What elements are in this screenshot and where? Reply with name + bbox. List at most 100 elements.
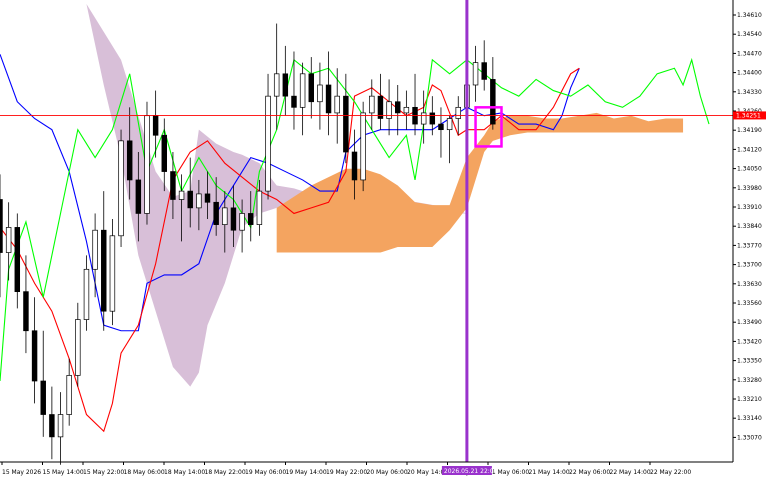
candle <box>265 73 271 200</box>
candle-body <box>273 73 280 97</box>
y-tick-label: 1.34120 <box>737 146 762 153</box>
candle-body <box>299 73 306 108</box>
y-tick-label: 1.33840 <box>737 223 762 230</box>
candle-body <box>23 291 29 332</box>
candle <box>299 62 306 136</box>
candle-body <box>213 201 219 225</box>
time-axis: 15 May 2026 15 May 14:00 15 May 22:00 18 Ma… <box>1 462 691 476</box>
candle-body <box>161 134 168 172</box>
y-tick-label: 1.33910 <box>737 204 762 211</box>
candle <box>386 79 392 136</box>
candle-body <box>230 207 237 231</box>
candle <box>273 23 280 130</box>
candle-body <box>369 95 375 114</box>
candle <box>334 68 340 144</box>
candle-body <box>196 193 202 209</box>
candle <box>40 330 46 437</box>
y-tick-label: 1.33980 <box>737 185 762 192</box>
candle-body <box>265 95 271 192</box>
candle-body <box>472 62 479 86</box>
candle-body <box>101 229 107 312</box>
x-tick-label: 22 May 14:00 <box>610 469 651 476</box>
candle-body <box>420 112 427 125</box>
candle-body <box>351 151 358 181</box>
candle <box>92 213 98 298</box>
candle-body <box>49 414 55 438</box>
candle <box>109 219 116 326</box>
y-tick-label: 1.33350 <box>737 358 762 365</box>
candle-body <box>31 330 38 382</box>
candle <box>0 174 3 298</box>
candle <box>472 45 479 102</box>
candle <box>5 202 12 281</box>
candle <box>282 45 289 116</box>
y-tick-label: 1.33770 <box>737 242 762 249</box>
candle-body <box>222 207 228 225</box>
candle <box>83 255 90 331</box>
candle-body <box>187 190 193 209</box>
y-tick-label: 1.33630 <box>737 281 762 288</box>
candle-body <box>92 229 98 270</box>
candle-body <box>0 199 3 253</box>
candle <box>57 392 64 465</box>
candle <box>161 118 168 192</box>
candle <box>14 213 21 309</box>
candle <box>490 57 496 130</box>
x-tick-label: 22 May 06:00 <box>569 469 610 476</box>
candle <box>31 297 38 404</box>
x-tick-label: 19 May 14:00 <box>286 469 327 476</box>
candle-body <box>403 106 410 114</box>
candle-body <box>170 171 176 200</box>
candle <box>75 302 81 387</box>
candle-body <box>118 140 124 237</box>
candle-body <box>395 101 401 114</box>
candle-body <box>144 115 150 214</box>
candle <box>403 90 410 130</box>
kumo-bullish-cloud <box>276 112 684 253</box>
candle <box>66 358 72 426</box>
candle <box>395 84 401 136</box>
candle <box>481 40 487 91</box>
candle-body <box>83 268 90 320</box>
x-tick-label: 19 May 06:00 <box>245 469 286 476</box>
candle-body <box>204 193 211 203</box>
y-tick-label: 1.34400 <box>737 70 762 77</box>
y-tick-label: 1.34470 <box>737 50 762 57</box>
candle-body <box>429 112 436 125</box>
x-tick-label: 21 May 14:00 <box>529 469 570 476</box>
candle <box>308 57 314 119</box>
candle-body <box>438 123 444 131</box>
candle-body <box>256 190 263 225</box>
y-tick-label: 1.33280 <box>737 377 762 384</box>
candle-body <box>5 227 12 253</box>
candle <box>317 62 323 130</box>
candle <box>343 73 349 164</box>
ichimoku-chart: 1.34610 1.34540 1.34470 1.34400 1.34330 1.342… <box>0 0 766 476</box>
candle-body <box>308 73 314 103</box>
x-tick-label: 20 May 06:00 <box>367 469 408 476</box>
price-axis: 1.34610 1.34540 1.34470 1.34400 1.34330 1.342… <box>733 12 766 441</box>
y-tick-label: 1.33210 <box>737 396 762 403</box>
y-tick-label: 1.34050 <box>737 166 762 173</box>
candle <box>144 101 150 225</box>
candle <box>446 115 453 164</box>
candle-body <box>317 84 323 103</box>
x-tick-label: 18 May 22:00 <box>205 469 246 476</box>
candle-body <box>490 79 496 125</box>
candle <box>412 73 418 136</box>
candle <box>291 51 297 130</box>
candle <box>49 386 55 460</box>
y-tick-label: 1.33560 <box>737 300 762 307</box>
candle-body <box>360 112 366 181</box>
x-tick-label: 18 May 06:00 <box>124 469 165 476</box>
candle <box>369 79 375 130</box>
candle-body <box>291 95 297 108</box>
x-tick-label: 15 May 14:00 <box>43 469 84 476</box>
candle-body <box>14 227 21 292</box>
marker-time-label: 2026.05.21 22:00 <box>444 468 498 475</box>
candle-body <box>40 380 46 415</box>
candle-body <box>334 95 340 114</box>
y-tick-label: 1.34610 <box>737 12 762 19</box>
y-tick-label: 1.33490 <box>737 319 762 326</box>
candle-body <box>57 414 64 438</box>
